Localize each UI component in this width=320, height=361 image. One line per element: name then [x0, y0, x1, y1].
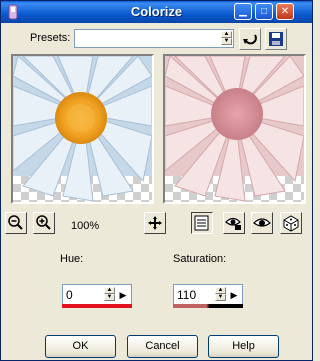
saturation-input[interactable]: 110 ▲ ▼ ▶	[173, 284, 243, 306]
flower-original-image	[13, 56, 152, 202]
cancel-button[interactable]: Cancel	[127, 335, 198, 358]
proof-lock-button[interactable]	[223, 212, 245, 234]
auto-proof-button[interactable]	[191, 212, 213, 234]
chevron-down-icon[interactable]: ▼	[221, 38, 232, 45]
minimize-button[interactable]: ▁	[234, 3, 252, 20]
chevron-down-icon[interactable]: ▼	[104, 294, 115, 301]
chevron-up-icon[interactable]: ▲	[104, 287, 115, 294]
flower-colorized-image	[165, 56, 304, 202]
presets-dropdown[interactable]: ▲ ▼	[74, 29, 234, 48]
chevron-up-icon[interactable]: ▲	[221, 31, 232, 38]
dice-icon	[283, 215, 299, 232]
document-icon	[194, 215, 209, 231]
chevron-up-icon[interactable]: ▲	[215, 287, 226, 294]
before-preview[interactable]	[11, 54, 154, 204]
help-button[interactable]: Help	[208, 335, 279, 358]
pan-button[interactable]	[144, 212, 166, 234]
title-bar[interactable]: Colorize ▁ □ ✕	[1, 1, 312, 23]
zoom-in-button[interactable]	[33, 212, 55, 234]
hue-label: Hue:	[60, 253, 84, 265]
saturation-slider-arrow-icon[interactable]: ▶	[228, 287, 240, 303]
chevron-down-icon[interactable]: ▼	[215, 294, 226, 301]
presets-spinner[interactable]: ▲ ▼	[221, 31, 232, 46]
save-preset-button[interactable]	[265, 28, 287, 50]
eye-lock-icon	[225, 217, 241, 230]
hue-value[interactable]: 0	[66, 288, 73, 302]
hue-color-bar	[62, 304, 132, 308]
hue-slider-arrow-icon[interactable]: ▶	[117, 287, 129, 303]
hue-spinner[interactable]: ▲ ▼	[104, 287, 115, 302]
saturation-value[interactable]: 110	[177, 288, 196, 302]
zoom-in-icon	[36, 215, 51, 230]
after-preview[interactable]	[163, 54, 306, 204]
zoom-out-icon	[8, 215, 23, 230]
colorize-dialog: Colorize ▁ □ ✕ Presets: ▲ ▼ 100% Hue: 0 …	[0, 0, 313, 361]
presets-label: Presets:	[30, 32, 71, 44]
zoom-level: 100%	[71, 220, 100, 232]
move-arrows-icon	[148, 216, 162, 230]
hue-input[interactable]: 0 ▲ ▼ ▶	[62, 284, 132, 306]
zoom-out-button[interactable]	[5, 212, 27, 234]
ok-button[interactable]: OK	[45, 335, 116, 358]
undo-arrow-icon	[243, 34, 257, 45]
proof-button[interactable]	[251, 212, 273, 234]
reset-preset-button[interactable]	[239, 28, 261, 50]
maximize-button[interactable]: □	[255, 3, 273, 20]
saturation-color-bar	[173, 304, 243, 308]
eye-icon	[253, 218, 271, 227]
close-button[interactable]: ✕	[276, 3, 294, 20]
saturation-label: Saturation:	[173, 253, 227, 265]
floppy-disk-icon	[269, 32, 283, 46]
randomize-button[interactable]	[280, 212, 302, 234]
saturation-spinner[interactable]: ▲ ▼	[215, 287, 226, 302]
